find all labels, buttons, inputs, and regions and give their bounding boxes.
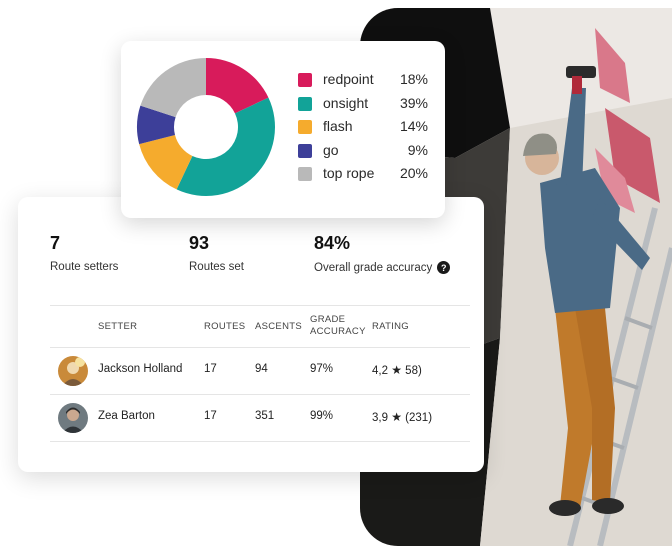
rating-value: 3,9 [372, 412, 388, 424]
help-icon[interactable]: ? [437, 261, 451, 274]
legend-label: go [323, 141, 339, 158]
legend-swatch [298, 73, 312, 87]
stat-routes-set: 93 Routes set [189, 233, 244, 273]
legend-value: 18% [399, 71, 428, 87]
rating: 3,9 ★ (231) [372, 410, 432, 424]
routes-count: 17 [204, 363, 217, 375]
legend-swatch [298, 167, 312, 181]
col-header-setter[interactable]: SETTER [98, 321, 137, 333]
legend-item: top rope 20% [298, 165, 428, 189]
grade-accuracy: 99% [310, 410, 334, 422]
col-header-rating[interactable]: RATING [372, 321, 409, 333]
stat-value: 7 [50, 233, 61, 253]
stat-grade-accuracy: 84% Overall grade accuracy ? [314, 233, 451, 274]
legend-swatch [298, 96, 312, 111]
legend-label: flash [323, 118, 353, 134]
avatar [58, 356, 88, 386]
avatar [58, 403, 88, 433]
rating-value: 4,2 [372, 365, 388, 377]
chart-legend: redpoint 18% onsight 39% flash 14% go 9% top rop… [298, 71, 428, 189]
legend-label: top rope [323, 165, 375, 181]
legend-value: 9% [407, 141, 428, 158]
legend-label: onsight [323, 94, 369, 111]
legend-item: onsight 39% [298, 95, 428, 119]
legend-label: redpoint [323, 71, 374, 87]
rating-count: (231) [405, 412, 433, 424]
legend-item: flash 14% [298, 118, 428, 142]
grade-distribution-card: redpoint 18% onsight 39% flash 14% go 9% top rop… [121, 41, 445, 218]
setter-name[interactable]: Jackson Holland [98, 363, 182, 375]
stat-label: Routes set [189, 261, 244, 273]
ascents-count: 351 [255, 410, 275, 422]
star-icon: ★ [391, 410, 402, 424]
stat-value: 84% [314, 233, 351, 253]
grade-accuracy: 97% [310, 363, 334, 375]
legend-item: redpoint 18% [298, 71, 428, 95]
table-row[interactable]: Jackson Holland 17 94 97% 4,2 ★ 58) [50, 348, 470, 394]
stat-value: 93 [189, 233, 210, 253]
legend-value: 20% [399, 165, 428, 181]
star-icon: ★ [391, 363, 402, 377]
setters-stats-card: 7 Route setters 93 Routes set 84% Overal… [18, 197, 484, 472]
pie-slice-top-rope[interactable] [140, 58, 206, 118]
col-header-line: ACCURACY [310, 326, 366, 337]
col-header-line: GRADE [310, 314, 346, 325]
legend-value: 14% [399, 118, 428, 134]
stat-label: Overall grade accuracy [314, 261, 433, 274]
legend-swatch [298, 143, 312, 158]
legend-value: 39% [399, 94, 428, 111]
donut-chart [137, 58, 275, 196]
ascents-count: 94 [255, 363, 268, 375]
stat-route-setters: 7 Route setters [50, 233, 118, 273]
col-header-routes[interactable]: ROUTES [204, 321, 245, 333]
pie-slice-onsight[interactable] [176, 97, 275, 196]
routes-count: 17 [204, 410, 217, 422]
table-row[interactable]: Zea Barton 17 351 99% 3,9 ★ (231) [50, 395, 470, 441]
stat-label: Route setters [50, 261, 119, 273]
legend-item: go 9% [298, 142, 428, 166]
col-header-grade-accuracy[interactable]: GRADE ACCURACY [310, 314, 366, 338]
setter-name[interactable]: Zea Barton [98, 410, 155, 422]
rating-count: 58) [405, 365, 422, 377]
legend-swatch [298, 120, 312, 134]
rating: 4,2 ★ 58) [372, 363, 422, 377]
col-header-ascents[interactable]: ASCENTS [255, 321, 302, 333]
